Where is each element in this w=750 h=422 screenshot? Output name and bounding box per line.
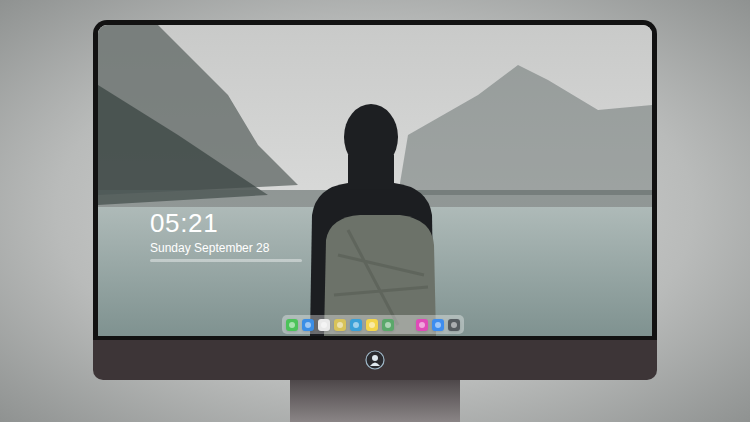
app-store-icon[interactable] xyxy=(432,319,444,331)
icon-glyph xyxy=(451,322,457,328)
dock xyxy=(282,315,464,334)
icon-glyph xyxy=(353,322,359,328)
notes-icon[interactable] xyxy=(366,319,378,331)
wallpaper-photo xyxy=(98,25,652,336)
clock-time: 05:21 xyxy=(150,208,269,238)
caption-line xyxy=(150,259,302,262)
icon-glyph xyxy=(385,322,391,328)
lock-clock: 05:21 Sunday September 28 xyxy=(150,208,269,256)
monitor-stand xyxy=(290,380,460,422)
icon-glyph xyxy=(337,322,343,328)
photos-icon[interactable] xyxy=(382,319,394,331)
monitor-bezel: 05:21 Sunday September 28 xyxy=(93,20,657,340)
preview-icon[interactable] xyxy=(334,319,346,331)
desktop-screen: 05:21 Sunday September 28 xyxy=(98,25,652,336)
safari-icon[interactable] xyxy=(318,319,330,331)
clock-date: Sunday September 28 xyxy=(150,240,269,256)
messages-icon[interactable] xyxy=(286,319,298,331)
icon-glyph xyxy=(419,322,425,328)
icon-glyph xyxy=(289,322,295,328)
icon-glyph xyxy=(305,322,311,328)
monitor-chin xyxy=(93,340,657,380)
dock-spacer xyxy=(398,319,412,331)
icon-glyph xyxy=(321,322,327,328)
icon-glyph xyxy=(369,322,375,328)
icon-glyph xyxy=(435,322,441,328)
utilities-icon[interactable] xyxy=(448,319,460,331)
finder-icon[interactable] xyxy=(302,319,314,331)
videos-icon[interactable] xyxy=(350,319,362,331)
brand-logo-icon xyxy=(365,350,385,370)
music-icon[interactable] xyxy=(416,319,428,331)
monitor-mockup: 05:21 Sunday September 28 xyxy=(0,0,750,422)
